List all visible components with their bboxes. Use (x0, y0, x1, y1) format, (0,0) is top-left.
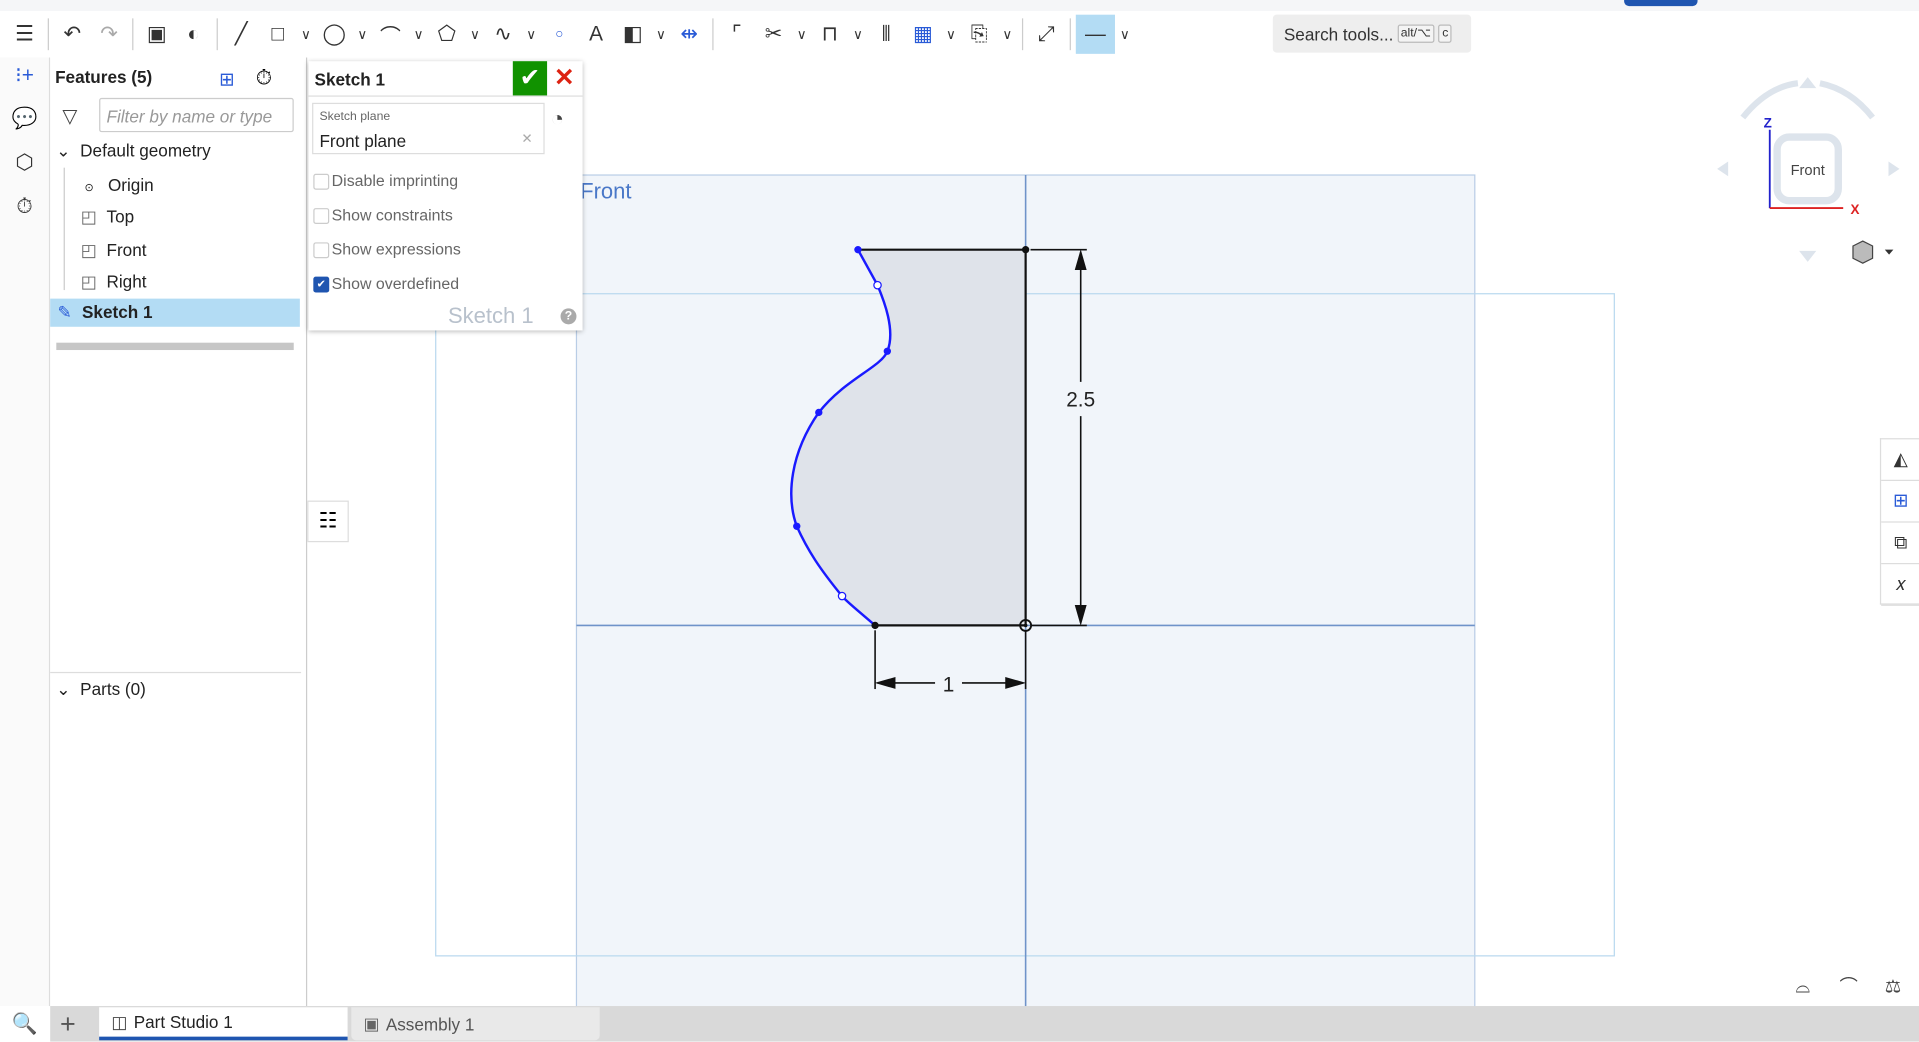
add-tab-button[interactable]: + (60, 1008, 76, 1040)
dimension-width-label[interactable]: 1 (943, 674, 955, 697)
viewport[interactable]: 2.5 1 Front Front Z X ⌓ ⌒ ⚖ (0, 0, 1919, 1042)
clear-icon[interactable]: ✕ (521, 131, 532, 147)
axis-x-label: X (1851, 202, 1860, 217)
view-normal-icon[interactable]: ◔ (551, 106, 564, 132)
right-tool-panel: ◭ ⊞ ⧉ 𝑥 (1879, 438, 1919, 606)
ghost-sketch-label: Sketch 1 (447, 303, 534, 329)
corner-point[interactable] (1021, 246, 1030, 254)
divider (308, 95, 583, 97)
corner-point[interactable] (871, 621, 879, 630)
sketch-dialog: Sketch 1 ✔ ✕ Sketch plane Front plane ✕ … (308, 61, 583, 331)
plane-label: Front (580, 178, 631, 203)
view-cube-face[interactable]: Front (1791, 163, 1825, 179)
close-icon: ✕ (553, 64, 575, 92)
check-icon: ✔ (519, 64, 541, 92)
assembly-icon: ▣ (363, 1013, 380, 1033)
dialog-title: Sketch 1 (314, 69, 386, 90)
tab-assembly-1[interactable]: ▣ Assembly 1 (351, 1007, 600, 1041)
mass-properties-icon[interactable]: ⚖ (1885, 977, 1901, 998)
cancel-button[interactable]: ✕ (551, 61, 578, 95)
checkbox-label: Disable imprinting (331, 171, 459, 190)
disable-imprinting-checkbox[interactable] (313, 173, 330, 190)
show-expressions-checkbox[interactable] (313, 242, 330, 259)
sketch-plane-value: Front plane (319, 130, 407, 151)
tab-part-studio-1[interactable]: ◫ Part Studio 1 (99, 1007, 348, 1041)
section-view-icon[interactable]: ⌒ (1840, 977, 1858, 998)
configurations-icon[interactable]: ⊞ (1881, 481, 1919, 523)
measure-icon[interactable]: ⌓ (1795, 977, 1810, 998)
tab-bar: + ◫ Part Studio 1 ▣ Assembly 1 (50, 1006, 1919, 1042)
checkbox-label: Show overdefined (331, 274, 460, 293)
part-studio-icon: ◫ (111, 1011, 128, 1032)
view-mode-icon[interactable] (1852, 240, 1894, 264)
accept-button[interactable]: ✔ (512, 61, 548, 96)
tab-label: Assembly 1 (385, 1014, 475, 1034)
help-icon[interactable]: ? (560, 308, 577, 325)
show-overdefined-checkbox[interactable]: ✔ (313, 276, 330, 293)
axis-z-label: Z (1764, 115, 1772, 130)
variables-icon[interactable]: ⧉ (1881, 523, 1919, 565)
show-constraints-checkbox[interactable] (313, 208, 330, 224)
appearance-icon[interactable]: ◭ (1881, 439, 1919, 481)
checkbox-label: Show constraints (331, 205, 453, 224)
checkbox-label: Show expressions (331, 239, 461, 259)
sketch-plane-label: Sketch plane (319, 110, 391, 124)
dimension-height-label[interactable]: 2.5 (1066, 388, 1095, 411)
tab-label: Part Studio 1 (133, 1012, 233, 1032)
view-cube[interactable]: Front Z X (1717, 77, 1900, 262)
custom-features-icon[interactable]: 𝑥 (1881, 564, 1919, 606)
sketch-plane-field[interactable]: Sketch plane Front plane ✕ (312, 102, 545, 155)
